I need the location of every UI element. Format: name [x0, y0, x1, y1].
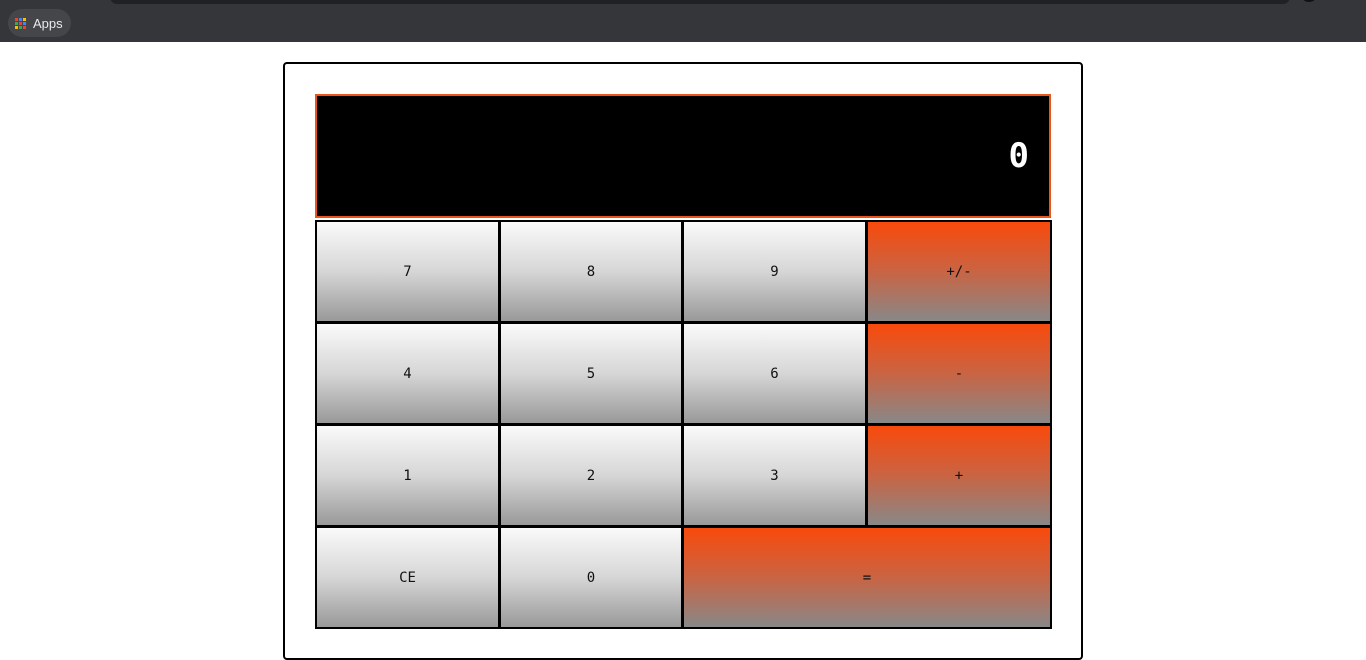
display-value: 0	[1008, 136, 1029, 176]
key-minus[interactable]: -	[866, 322, 1052, 425]
key-equals[interactable]: =	[682, 526, 1052, 629]
apps-grid-dot	[19, 21, 22, 25]
apps-grid-dot	[19, 25, 22, 29]
calculator: 0 7 8 9 +/- 4 5 6 - 1 2 3 + CE 0 =	[283, 62, 1083, 660]
apps-bookmark[interactable]: Apps	[8, 9, 71, 37]
apps-grid-icon	[15, 17, 26, 29]
key-4[interactable]: 4	[315, 322, 500, 425]
key-8[interactable]: 8	[499, 220, 683, 323]
key-negate[interactable]: +/-	[866, 220, 1052, 323]
apps-grid-dot	[15, 21, 18, 25]
key-clear-entry[interactable]: CE	[315, 526, 500, 629]
apps-grid-dot	[15, 25, 18, 29]
key-plus[interactable]: +	[866, 424, 1052, 527]
profile-icon[interactable]	[1302, 0, 1316, 2]
key-3[interactable]: 3	[682, 424, 867, 527]
key-1[interactable]: 1	[315, 424, 500, 527]
key-9[interactable]: 9	[682, 220, 867, 323]
apps-grid-dot	[15, 17, 18, 21]
address-bar[interactable]	[110, 0, 1290, 4]
apps-grid-dot	[23, 17, 26, 21]
apps-grid-dot	[23, 25, 26, 29]
apps-grid-dot	[19, 17, 22, 21]
key-5[interactable]: 5	[499, 322, 683, 425]
key-7[interactable]: 7	[315, 220, 500, 323]
key-0[interactable]: 0	[499, 526, 683, 629]
key-6[interactable]: 6	[682, 322, 867, 425]
apps-label: Apps	[33, 15, 63, 31]
calculator-display: 0	[315, 94, 1051, 218]
key-2[interactable]: 2	[499, 424, 683, 527]
apps-grid-dot	[23, 21, 26, 25]
browser-toolbar: Apps	[0, 0, 1366, 42]
keypad: 7 8 9 +/- 4 5 6 - 1 2 3 + CE 0 =	[315, 220, 1052, 629]
